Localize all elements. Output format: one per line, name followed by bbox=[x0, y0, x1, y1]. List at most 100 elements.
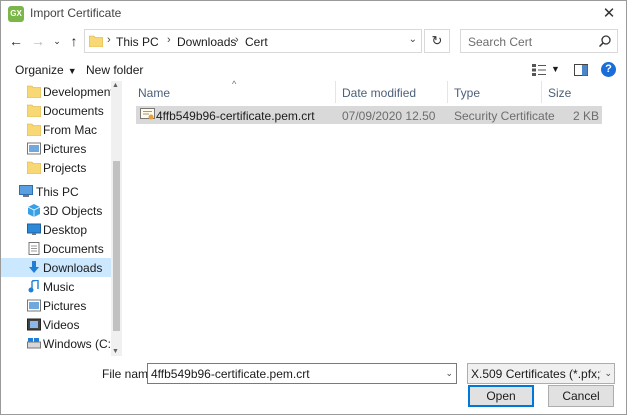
back-button[interactable]: ← bbox=[6, 30, 26, 52]
caret-down-icon: ▼ bbox=[67, 66, 77, 76]
search-placeholder: Search Cert bbox=[468, 35, 533, 49]
preview-pane-icon[interactable] bbox=[574, 64, 588, 76]
command-toolbar: Organize ▼ New folder ▼ ? bbox=[1, 59, 626, 81]
nav-item-label: Development bbox=[43, 85, 114, 99]
nav-item-label: Windows (C:) bbox=[43, 337, 116, 351]
certificate-icon bbox=[140, 108, 155, 120]
search-input[interactable]: Search Cert bbox=[460, 29, 618, 53]
folder-icon bbox=[27, 104, 41, 117]
column-header-label: Size bbox=[548, 86, 572, 100]
documents-icon bbox=[28, 242, 40, 255]
close-button[interactable]: ✕ bbox=[592, 1, 626, 26]
window-title: Import Certificate bbox=[30, 6, 122, 20]
column-header-type[interactable]: Type bbox=[448, 81, 542, 103]
nav-item-pictures-library[interactable]: Pictures bbox=[1, 296, 112, 315]
file-size: 2 KB bbox=[572, 109, 599, 123]
forward-button[interactable]: → bbox=[28, 30, 48, 52]
breadcrumb-downloads[interactable]: Downloads bbox=[177, 35, 236, 49]
chevron-down-icon: ⌄ bbox=[602, 368, 612, 379]
nav-item-documents-library[interactable]: Documents bbox=[1, 239, 112, 258]
breadcrumb-cert[interactable]: Cert bbox=[245, 35, 268, 49]
organize-button[interactable]: Organize ▼ bbox=[15, 63, 77, 77]
3d-objects-icon bbox=[27, 204, 41, 217]
scroll-down-icon[interactable]: ▼ bbox=[112, 348, 119, 355]
column-header-label: Name bbox=[138, 86, 171, 100]
table-row[interactable]: 4ffb549b96-certificate.pem.crt 07/09/202… bbox=[136, 106, 602, 124]
folder-icon bbox=[27, 85, 41, 98]
nav-item-label: This PC bbox=[36, 185, 79, 199]
app-logo-icon: GX bbox=[8, 6, 24, 22]
file-type-value: X.509 Certificates (*.pfx;*.der;*.cer;*.… bbox=[471, 367, 601, 381]
file-list: ^ Name Date modified Type Size 4ffb549b9… bbox=[132, 79, 626, 356]
new-folder-button[interactable]: New folder bbox=[86, 63, 143, 77]
refresh-icon: ↻ bbox=[431, 33, 443, 48]
folder-icon bbox=[27, 161, 41, 174]
title-bar: GX Import Certificate ✕ bbox=[1, 1, 626, 26]
scroll-up-icon[interactable]: ▲ bbox=[112, 82, 119, 89]
nav-item-downloads[interactable]: Downloads bbox=[1, 258, 112, 277]
downloads-icon bbox=[29, 261, 39, 273]
nav-item-label: Documents bbox=[43, 242, 104, 256]
nav-item-documents[interactable]: Documents bbox=[1, 101, 112, 120]
help-icon[interactable]: ? bbox=[601, 62, 616, 77]
nav-item-label: Documents bbox=[43, 104, 104, 118]
nav-item-label: From Mac bbox=[43, 123, 97, 137]
nav-item-development[interactable]: Development bbox=[1, 82, 114, 101]
search-icon[interactable] bbox=[598, 34, 612, 48]
column-header-date-modified[interactable]: Date modified bbox=[336, 81, 448, 103]
chevron-down-icon[interactable]: ⌄ bbox=[445, 368, 453, 379]
open-button[interactable]: Open bbox=[468, 385, 534, 407]
nav-item-videos[interactable]: Videos bbox=[1, 315, 112, 334]
folder-icon bbox=[27, 123, 41, 136]
desktop-icon bbox=[27, 223, 41, 235]
column-header-size[interactable]: Size bbox=[542, 81, 602, 103]
drive-icon bbox=[27, 338, 41, 349]
file-name: 4ffb549b96-certificate.pem.crt bbox=[156, 109, 315, 123]
music-icon bbox=[28, 280, 39, 293]
file-name-field[interactable]: 4ffb549b96-certificate.pem.crt ⌄ bbox=[147, 363, 457, 384]
nav-item-label: Videos bbox=[43, 318, 80, 332]
nav-item-label: Pictures bbox=[43, 299, 87, 313]
address-bar[interactable]: › This PC › Downloads › Cert ⌄ bbox=[84, 29, 422, 53]
chevron-down-icon[interactable]: ⌄ bbox=[409, 34, 417, 45]
nav-item-windows-c[interactable]: Windows (C:) bbox=[1, 334, 116, 353]
view-options-icon[interactable] bbox=[532, 64, 546, 76]
pictures-icon bbox=[27, 299, 41, 312]
nav-item-pictures[interactable]: Pictures bbox=[1, 139, 112, 158]
column-header-name[interactable]: ^ Name bbox=[132, 79, 336, 103]
videos-icon bbox=[27, 318, 41, 331]
nav-item-from-mac[interactable]: From Mac bbox=[1, 120, 112, 139]
arrow-right-icon: → bbox=[31, 33, 45, 49]
nav-item-3d-objects[interactable]: 3D Objects bbox=[1, 201, 112, 220]
organize-label: Organize bbox=[15, 63, 64, 77]
chevron-down-icon: ⌄ bbox=[53, 36, 61, 46]
cancel-button[interactable]: Cancel bbox=[548, 385, 614, 407]
computer-icon bbox=[19, 185, 33, 197]
file-date-modified: 07/09/2020 12.50 bbox=[342, 109, 436, 123]
nav-item-desktop[interactable]: Desktop bbox=[1, 220, 112, 239]
nav-item-label: 3D Objects bbox=[43, 204, 103, 218]
column-header-label: Type bbox=[454, 86, 481, 100]
breadcrumb-separator-icon: › bbox=[167, 34, 171, 46]
file-type-select[interactable]: X.509 Certificates (*.pfx;*.der;*.cer;*.… bbox=[467, 363, 615, 384]
nav-item-label: Pictures bbox=[43, 142, 87, 156]
nav-item-this-pc[interactable]: This PC bbox=[1, 182, 112, 201]
folder-icon bbox=[89, 35, 103, 47]
breadcrumb-separator-icon: › bbox=[235, 34, 239, 46]
caret-down-icon[interactable]: ▼ bbox=[551, 64, 560, 74]
refresh-button[interactable]: ↻ bbox=[424, 29, 450, 53]
breadcrumb-separator-icon: › bbox=[107, 34, 111, 46]
nav-item-projects[interactable]: Projects bbox=[1, 158, 112, 177]
pictures-folder-icon bbox=[27, 142, 41, 155]
scrollbar-thumb[interactable] bbox=[113, 161, 120, 331]
file-name-value: 4ffb549b96-certificate.pem.crt bbox=[151, 367, 310, 381]
nav-item-label: Desktop bbox=[43, 223, 88, 237]
arrow-left-icon: ← bbox=[9, 33, 23, 49]
up-button[interactable]: ↑ bbox=[64, 30, 84, 52]
navigation-scrollbar[interactable]: ▲ ▼ bbox=[111, 81, 122, 356]
import-certificate-dialog: GX Import Certificate ✕ ← → ⌄ ↑ › This P… bbox=[0, 0, 627, 415]
nav-item-music[interactable]: Music bbox=[1, 277, 112, 296]
breadcrumb-this-pc[interactable]: This PC bbox=[116, 35, 159, 49]
navigation-pane: Development Documents From Mac Pictures … bbox=[1, 81, 122, 356]
close-icon: ✕ bbox=[602, 5, 616, 22]
